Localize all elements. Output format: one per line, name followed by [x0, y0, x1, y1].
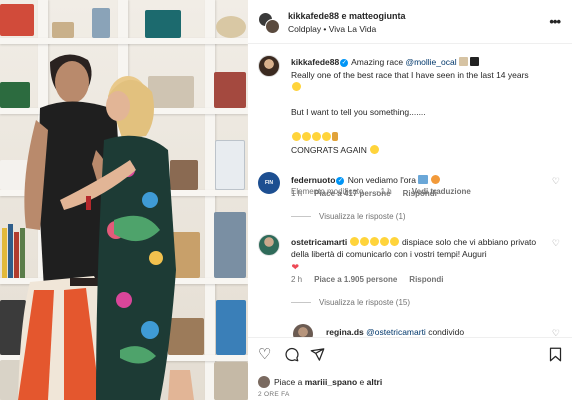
post-details-panel: kikkafede88 e matteogiunta Coldplay • Vi…: [248, 0, 572, 400]
top-hat-emoji-icon: [470, 57, 480, 66]
post-authors[interactable]: kikkafede88 e matteogiunta: [288, 11, 406, 21]
smiling-face-emoji-icon: [369, 144, 379, 154]
comment-likes[interactable]: Piace a 1.905 persone: [314, 275, 397, 284]
caption-mention[interactable]: @mollie_ocal: [405, 57, 456, 67]
post-header: kikkafede88 e matteogiunta Coldplay • Vi…: [248, 0, 572, 44]
comments-list[interactable]: kikkafede88 ✓ Amazing race @mollie_ocal R…: [248, 44, 572, 337]
red-heart-emoji-icon: ❤: [291, 262, 300, 272]
laughing-emoji-icon: [311, 132, 321, 141]
view-replies-button[interactable]: Visualizza le risposte (1): [291, 212, 406, 221]
heart-icon[interactable]: ♡: [258, 347, 271, 362]
laughing-emoji-icon: [321, 132, 331, 141]
reply-like-heart-icon[interactable]: ♡: [552, 328, 560, 337]
post-timestamp: 2 ORE FA: [258, 391, 290, 398]
heart-eyes-emoji-icon: [360, 237, 370, 246]
caption-line2: Really one of the best race that I have …: [291, 69, 529, 80]
comment-like-heart-icon[interactable]: ♡: [552, 176, 560, 187]
laughing-emoji-icon: [291, 132, 301, 141]
heart-eyes-emoji-icon: [390, 237, 400, 246]
liker-username[interactable]: mariii_spano: [305, 377, 357, 387]
reply-mention[interactable]: @ostetricamarti: [366, 327, 426, 337]
baby-bottle-emoji-icon: [332, 132, 338, 141]
reply-text: regina.ds @ostetricamarti condivido: [326, 326, 546, 337]
reply-button[interactable]: Rispondi: [409, 275, 443, 284]
comment-meta: 2 h Piace a 1.905 persone Rispondi: [291, 275, 456, 284]
more-horizontal-icon[interactable]: •••: [549, 14, 561, 29]
comment-username[interactable]: federnuoto: [291, 175, 335, 185]
caption-avatar[interactable]: [258, 55, 280, 77]
liker-avatar: [258, 376, 270, 388]
laughing-emoji-icon: [301, 132, 311, 141]
comment-avatar[interactable]: [258, 234, 280, 256]
avatar[interactable]: [265, 19, 280, 34]
comment-username[interactable]: ostetricamarti: [291, 237, 347, 247]
reply-username[interactable]: regina.ds: [326, 327, 364, 337]
send-icon[interactable]: [310, 347, 325, 365]
likes-others-link[interactable]: altri: [367, 377, 383, 387]
comment-like-heart-icon[interactable]: ♡: [552, 238, 560, 249]
heart-eyes-emoji-icon: [350, 237, 360, 246]
comment-meta: 1 h Piace a 417 persone Rispondi: [291, 189, 449, 198]
likes-prefix: Piace a: [274, 377, 305, 387]
house-emoji-icon: [418, 175, 429, 184]
likes-and: e: [357, 377, 367, 387]
caption-line3: But I want to tell you something.......: [291, 107, 426, 117]
post-media[interactable]: [0, 0, 248, 400]
collab-avatars[interactable]: [258, 12, 280, 34]
comment-text: ostetricamarti dispiace solo che vi abbi…: [291, 236, 541, 273]
couple-photo: [18, 54, 194, 400]
family-emoji-icon: [458, 57, 468, 66]
audio-track[interactable]: Coldplay • Viva La Vida: [288, 24, 376, 34]
caption-text: kikkafede88 ✓ Amazing race @mollie_ocal R…: [291, 56, 563, 156]
comment-body: Non vediamo l'ora: [345, 175, 416, 185]
caption-username[interactable]: kikkafede88: [291, 57, 339, 67]
verified-badge-icon: ✓: [340, 58, 349, 67]
likes-summary[interactable]: Piace a mariii_spano e altri: [258, 376, 382, 388]
comment-icon[interactable]: [284, 347, 299, 365]
comment-text: federnuoto ✓ Non vediamo l'ora: [291, 174, 541, 186]
reply-button[interactable]: Rispondi: [403, 189, 437, 198]
post-actions: ♡ Piace a mariii_spano e altri 2 ORE FA: [248, 337, 572, 400]
comment-likes[interactable]: Piace a 417 persone: [314, 189, 391, 198]
caption-line4: CONGRATS AGAIN: [291, 144, 367, 155]
view-replies-button[interactable]: Visualizza le risposte (15): [291, 298, 410, 307]
comment-avatar[interactable]: FIN: [258, 172, 280, 194]
reply-avatar[interactable]: [293, 324, 313, 337]
comment-time: 1 h: [291, 189, 303, 198]
reply-body: condivido: [425, 327, 465, 337]
caption-line1: Amazing race: [349, 57, 406, 67]
heart-eyes-emoji-icon: [380, 237, 390, 246]
comment-time: 2 h: [291, 275, 303, 284]
verified-badge-icon: ✓: [336, 176, 345, 185]
bookmark-icon[interactable]: [549, 347, 562, 365]
heart-eyes-emoji-icon: [370, 237, 380, 246]
heart-eyes-emoji-icon: [431, 175, 441, 184]
grinning-face-emoji-icon: [291, 82, 301, 91]
